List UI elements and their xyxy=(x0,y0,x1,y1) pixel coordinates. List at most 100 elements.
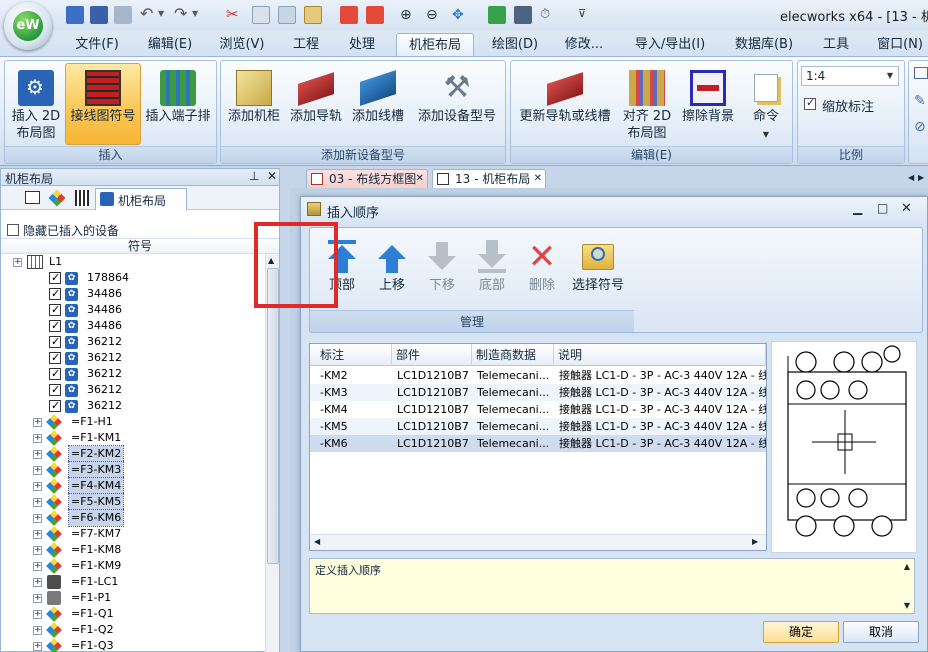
save-icon[interactable] xyxy=(90,6,108,24)
insert-terminal-strip-button[interactable]: 插入端子排 xyxy=(141,63,215,145)
tab-database[interactable]: 数据库(B) xyxy=(728,33,800,57)
expand-icon[interactable]: + xyxy=(33,434,42,443)
expand-icon[interactable]: + xyxy=(33,578,42,587)
tree-group[interactable]: + =F1-Q2 xyxy=(1,622,265,638)
tree-item[interactable]: ✓ ✿ 34486 xyxy=(1,302,265,318)
close-icon[interactable]: ✕ xyxy=(416,170,424,188)
app-menu-icon[interactable] xyxy=(66,6,84,24)
move-up-button[interactable]: 上移 xyxy=(368,234,416,296)
copy-icon[interactable] xyxy=(252,6,270,24)
tree-checkbox[interactable]: ✓ xyxy=(49,383,61,396)
copy-format-icon[interactable] xyxy=(278,6,296,24)
paste-icon[interactable] xyxy=(304,6,322,24)
col-part[interactable]: 部件 xyxy=(392,344,472,366)
cut-icon[interactable]: ✂ xyxy=(226,6,244,24)
export-icon[interactable] xyxy=(366,6,384,24)
expand-icon[interactable]: + xyxy=(33,418,42,427)
select-symbol-button[interactable]: 选择符号 xyxy=(568,234,628,296)
tree-group[interactable]: + =F2-KM2 xyxy=(1,445,265,463)
chevron-down-icon[interactable]: ▼ xyxy=(158,6,166,24)
scroll-right-icon[interactable]: ▶ xyxy=(752,537,758,546)
page-icon[interactable] xyxy=(25,191,40,204)
tab-edit[interactable]: 编辑(E) xyxy=(140,33,200,57)
tab-doc-03[interactable]: 03 - 布线方框图 ✕ xyxy=(306,169,428,188)
maximize-icon[interactable]: □ xyxy=(877,201,888,215)
tab-project[interactable]: 工程 xyxy=(284,33,328,57)
expand-icon[interactable]: + xyxy=(33,562,42,571)
expand-icon[interactable]: + xyxy=(33,498,42,507)
pin-icon[interactable]: ⊥ xyxy=(249,169,259,183)
expand-icon[interactable]: + xyxy=(33,482,42,491)
tree-checkbox[interactable]: ✓ xyxy=(49,271,61,284)
expand-icon[interactable]: + xyxy=(33,530,42,539)
tab-doc-13[interactable]: 13 - 机柜布局 ✕ xyxy=(432,169,546,188)
expand-icon[interactable]: + xyxy=(33,610,42,619)
ok-button[interactable]: 确定 xyxy=(763,621,839,643)
expand-icon[interactable]: + xyxy=(33,466,42,475)
tree-group[interactable]: + =F7-KM7 xyxy=(1,526,265,542)
col-annotation[interactable]: 标注 xyxy=(310,344,392,366)
undo-icon[interactable]: ↶ xyxy=(140,6,154,24)
tree-item[interactable]: ✓ ✿ 178864 xyxy=(1,270,265,286)
align-2d-layout-button[interactable]: 对齐 2D 布局图 xyxy=(617,63,677,145)
tree-group[interactable]: + =F1-KM1 xyxy=(1,430,265,446)
tree-item[interactable]: ✓ ✿ 34486 xyxy=(1,318,265,334)
tab-import-export[interactable]: 导入/导出(I) xyxy=(628,33,712,57)
tree-item[interactable]: ✓ ✿ 36212 xyxy=(1,334,265,350)
scroll-left-icon[interactable]: ◀ xyxy=(314,537,320,546)
tree-group[interactable]: + =F1-H1 xyxy=(1,414,265,430)
close-icon[interactable]: ✕ xyxy=(901,201,912,216)
tree-checkbox[interactable]: ✓ xyxy=(49,335,61,348)
components-icon[interactable] xyxy=(48,189,66,207)
add-rail-button[interactable]: 添加导轨 xyxy=(285,63,347,145)
expand-icon[interactable]: + xyxy=(33,514,42,523)
tree-item[interactable]: ✓ ✿ 36212 xyxy=(1,382,265,398)
table-row[interactable]: -KM3 LC1D1210B7 Telemecani... 接触器 LC1-D - 3… xyxy=(310,384,766,401)
customize-qat-icon[interactable]: ⊽ xyxy=(578,6,588,24)
tree-checkbox[interactable]: ✓ xyxy=(49,319,61,332)
move-top-button[interactable]: 顶部 xyxy=(318,234,366,296)
close-icon[interactable]: ✕ xyxy=(534,170,542,188)
table-row[interactable]: -KM2 LC1D1210B7 Telemecani... 接触器 LC1-D - 3… xyxy=(310,367,766,384)
tab-draw[interactable]: 绘图(D) xyxy=(486,33,544,57)
tree-root[interactable]: + L1 xyxy=(1,254,265,270)
navigate-icon[interactable] xyxy=(488,6,506,24)
erase-background-button[interactable]: 擦除背景 xyxy=(677,63,739,145)
tab-cabinet-layout-panel[interactable]: 机柜布局 xyxy=(95,188,187,210)
tree-group[interactable]: + =F6-KM6 xyxy=(1,509,265,527)
tab-modify[interactable]: 修改... xyxy=(556,33,612,57)
expand-icon[interactable]: + xyxy=(33,626,42,635)
pan-icon[interactable]: ✥ xyxy=(452,6,470,24)
redo-icon[interactable]: ↷ xyxy=(174,6,188,24)
expand-icon[interactable]: + xyxy=(33,594,42,603)
expand-icon[interactable]: + xyxy=(33,546,42,555)
pen-icon[interactable]: ✎ xyxy=(914,93,926,109)
scroll-up-icon[interactable]: ▲ xyxy=(904,562,910,571)
terminal-icon[interactable] xyxy=(75,190,89,206)
tab-tools[interactable]: 工具 xyxy=(814,33,858,57)
tree-checkbox[interactable]: ✓ xyxy=(49,303,61,316)
table-row[interactable]: -KM5 LC1D1210B7 Telemecani... 接触器 LC1-D - 3… xyxy=(310,418,766,435)
delete-button[interactable]: ✕ 删除 xyxy=(518,234,566,296)
tree-group[interactable]: + =F1-KM9 xyxy=(1,558,265,574)
tree-checkbox[interactable]: ✓ xyxy=(49,287,61,300)
tree-checkbox[interactable]: ✓ xyxy=(49,367,61,380)
tree-checkbox[interactable]: ✓ xyxy=(49,351,61,364)
clock-icon[interactable]: ⏱ xyxy=(540,6,558,24)
update-rail-duct-button[interactable]: 更新导轨或线槽 xyxy=(513,63,617,145)
tree-group[interactable]: + =F1-P1 xyxy=(1,590,265,606)
import-icon[interactable] xyxy=(340,6,358,24)
chevron-down-icon[interactable]: ▼ xyxy=(192,6,200,24)
cancel-button[interactable]: 取消 xyxy=(843,621,919,643)
tree-item[interactable]: ✓ ✿ 34486 xyxy=(1,286,265,302)
zoom-out-icon[interactable]: ⊖ xyxy=(426,6,444,24)
hide-inserted-checkbox[interactable] xyxy=(7,224,19,236)
expand-icon[interactable]: + xyxy=(33,450,42,459)
scroll-up-icon[interactable]: ▲ xyxy=(268,256,274,265)
tab-process[interactable]: 处理 xyxy=(340,33,384,57)
rect-icon[interactable] xyxy=(914,67,928,79)
tab-window[interactable]: 窗口(N) xyxy=(872,33,928,57)
col-manufacturer[interactable]: 制造商数据 xyxy=(472,344,554,366)
print-icon[interactable] xyxy=(114,6,132,24)
tab-scroll-left-icon[interactable]: ◀ xyxy=(908,173,914,182)
